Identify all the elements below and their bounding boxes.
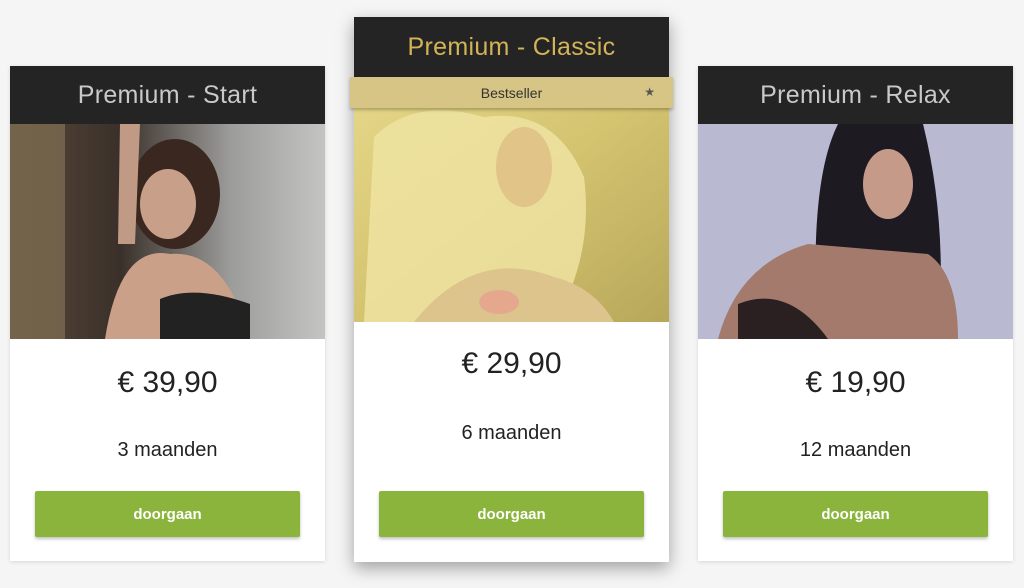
continue-button[interactable]: doorgaan (723, 491, 988, 537)
plan-title-text: Premium - Classic (407, 32, 616, 61)
plan-title: Premium - Start (10, 66, 325, 124)
continue-button[interactable]: doorgaan (379, 491, 644, 537)
plan-price: € 19,90 (805, 366, 906, 399)
plan-card-classic: Premium - Classic Bestseller ★ € 29,90 6… (350, 17, 673, 562)
badge-label: Bestseller (480, 84, 543, 101)
plan-price: € 29,90 (461, 347, 562, 380)
bestseller-badge: Bestseller ★ (350, 77, 673, 108)
plan-title: Premium - Relax (698, 66, 1013, 124)
continue-button[interactable]: doorgaan (35, 491, 300, 537)
plan-photo (10, 124, 325, 339)
plan-photo (354, 77, 669, 322)
plan-duration: 6 maanden (461, 422, 562, 444)
star-icon: ★ (644, 85, 655, 99)
plan-price: € 39,90 (117, 366, 218, 399)
plan-duration: 3 maanden (117, 439, 218, 461)
plan-title-text: Premium - Start (77, 80, 258, 109)
plan-photo (698, 124, 1013, 339)
plan-card-start: Premium - Start € 39,90 3 maanden doorga… (10, 66, 325, 561)
plan-title-text: Premium - Relax (760, 80, 951, 109)
plan-duration: 12 maanden (799, 439, 912, 461)
plan-card-relax: Premium - Relax € 19,90 12 maanden doorg… (698, 66, 1013, 561)
plan-title: Premium - Classic (354, 17, 669, 77)
